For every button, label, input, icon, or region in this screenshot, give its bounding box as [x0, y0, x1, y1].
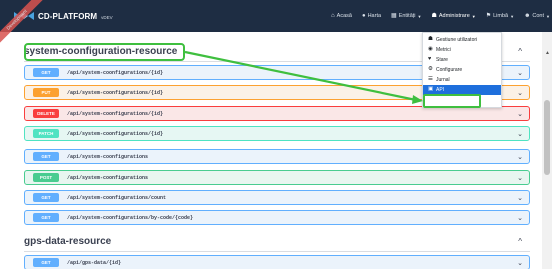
operation-path: /api/system-coonfigurations/count — [67, 194, 167, 201]
nav-menu: ⌂ Acasă ● Harta ▦ Entități ▼ ☗ Administr… — [321, 0, 550, 32]
nav-item-label: Administrare — [438, 13, 470, 19]
scrollbar-thumb[interactable] — [544, 100, 550, 175]
home-icon: ⌂ — [331, 13, 335, 19]
chevron-down-icon: ⌄ — [517, 260, 523, 267]
method-badge: GET — [33, 68, 59, 77]
operation-path: /api/system-coonfigurations — [67, 174, 149, 181]
table-icon: ▦ — [391, 13, 397, 19]
caret-down-icon: ▼ — [471, 13, 476, 19]
environment-ribbon-label: Development — [0, 0, 45, 48]
nav-item-limba[interactable]: ⚑ Limbă ▼ — [486, 13, 514, 19]
section-header-gps-data[interactable]: gps-data-resource ^ — [24, 232, 530, 252]
chevron-down-icon: ⌄ — [517, 131, 523, 138]
users-icon: ☗ — [428, 36, 433, 43]
method-badge: GET — [33, 193, 59, 202]
chevron-up-icon[interactable]: ^ — [518, 237, 522, 246]
nav-item-label: Cont — [532, 13, 545, 19]
menu-item-label: Metrici — [436, 47, 451, 53]
chevron-down-icon: ⌄ — [517, 195, 523, 202]
menu-item-gestiune-utilizatori[interactable]: ☗ Gestiune utilizatori — [423, 35, 501, 45]
operation-post[interactable]: POST /api/system-coonfigurations ⌄ — [24, 170, 530, 185]
method-badge: GET — [33, 258, 59, 267]
method-badge: PUT — [33, 88, 59, 97]
nav-item-harta[interactable]: ● Harta — [362, 13, 381, 19]
operation-get-count[interactable]: GET /api/system-coonfigurations/count ⌄ — [24, 190, 530, 205]
menu-item-label: API — [436, 87, 445, 93]
menu-item-configurare[interactable]: ⚙ Configurare — [423, 65, 501, 75]
menu-item-label: Jurnal — [436, 77, 450, 83]
operation-path: /api/system-coonfigurations/{id} — [67, 130, 164, 137]
app-window: CD-PLATFORM vDEV ⌂ Acasă ● Harta ▦ Entit… — [0, 0, 552, 269]
chevron-down-icon: ⌄ — [517, 175, 523, 182]
chevron-down-icon: ⌄ — [517, 90, 523, 97]
nav-item-cont[interactable]: ☻ Cont ▼ — [524, 13, 550, 19]
list-icon: ☰ — [428, 76, 433, 83]
method-badge: PATCH — [33, 129, 59, 138]
method-badge: POST — [33, 173, 59, 182]
chevron-up-icon[interactable]: ^ — [518, 47, 522, 56]
cogs-icon: ⚙ — [428, 66, 433, 73]
operation-path: /api/system-coonfigurations/{id} — [67, 110, 164, 117]
nav-item-acasa[interactable]: ⌂ Acasă — [331, 13, 352, 19]
method-badge: GET — [33, 152, 59, 161]
flag-icon: ⚑ — [485, 13, 492, 19]
method-badge: GET — [33, 213, 59, 222]
scroll-up-arrow-icon[interactable]: ▲ — [545, 50, 550, 56]
users-icon: ☗ — [431, 13, 437, 19]
user-icon: ☻ — [524, 13, 531, 19]
chevron-down-icon: ⌄ — [517, 70, 523, 77]
method-badge: DELETE — [33, 109, 59, 118]
caret-down-icon: ▼ — [546, 13, 550, 19]
operation-get-all[interactable]: GET /api/system-coonfigurations ⌄ — [24, 149, 530, 164]
operation-path: /api/gps-data/{id} — [67, 259, 122, 266]
caret-down-icon: ▼ — [417, 13, 422, 19]
map-pin-icon: ● — [361, 13, 366, 19]
nav-item-label: Harta — [367, 13, 382, 19]
menu-item-label: Gestiune utilizatori — [436, 37, 478, 43]
operation-gps-get-by-id[interactable]: GET /api/gps-data/{id} ⌄ — [24, 255, 530, 269]
operation-path: /api/system-coonfigurations/by-code/{cod… — [67, 214, 194, 221]
operation-path: /api/system-coonfigurations/{id} — [67, 89, 164, 96]
brand-version: vDEV — [101, 14, 113, 20]
chevron-down-icon: ⌄ — [517, 111, 523, 118]
highlight-box-api — [423, 94, 481, 108]
chevron-down-icon: ⌄ — [517, 154, 523, 161]
menu-item-label: Stare — [436, 57, 448, 63]
menu-item-stare[interactable]: ♥ Stare — [423, 55, 501, 65]
operation-delete-by-id[interactable]: DELETE /api/system-coonfigurations/{id} … — [24, 106, 530, 121]
tachometer-icon: ◉ — [428, 46, 433, 53]
nav-item-administrare[interactable]: ☗ Administrare ▼ — [432, 13, 476, 19]
nav-item-label: Acasă — [336, 13, 352, 19]
nav-item-label: Limbă — [493, 13, 509, 19]
operation-path: /api/system-coonfigurations — [67, 153, 149, 160]
operation-get-by-code[interactable]: GET /api/system-coonfigurations/by-code/… — [24, 210, 530, 225]
operation-patch-by-id[interactable]: PATCH /api/system-coonfigurations/{id} ⌄ — [24, 126, 530, 141]
top-navbar: CD-PLATFORM vDEV ⌂ Acasă ● Harta ▦ Entit… — [0, 0, 552, 32]
environment-ribbon: Development — [0, 0, 60, 60]
book-icon: ▣ — [428, 86, 434, 93]
section-title: gps-data-resource — [24, 236, 112, 247]
operation-path: /api/system-coonfigurations/{id} — [67, 69, 164, 76]
chevron-down-icon: ⌄ — [517, 215, 523, 222]
nav-item-entitati[interactable]: ▦ Entități ▼ — [391, 13, 421, 19]
menu-item-metrici[interactable]: ◉ Metrici — [423, 45, 501, 55]
caret-down-icon: ▼ — [510, 13, 515, 19]
menu-item-jurnal[interactable]: ☰ Jurnal — [423, 75, 501, 85]
nav-item-label: Entități — [398, 13, 416, 19]
menu-item-label: Configurare — [436, 67, 463, 73]
heart-icon: ♥ — [428, 56, 432, 63]
